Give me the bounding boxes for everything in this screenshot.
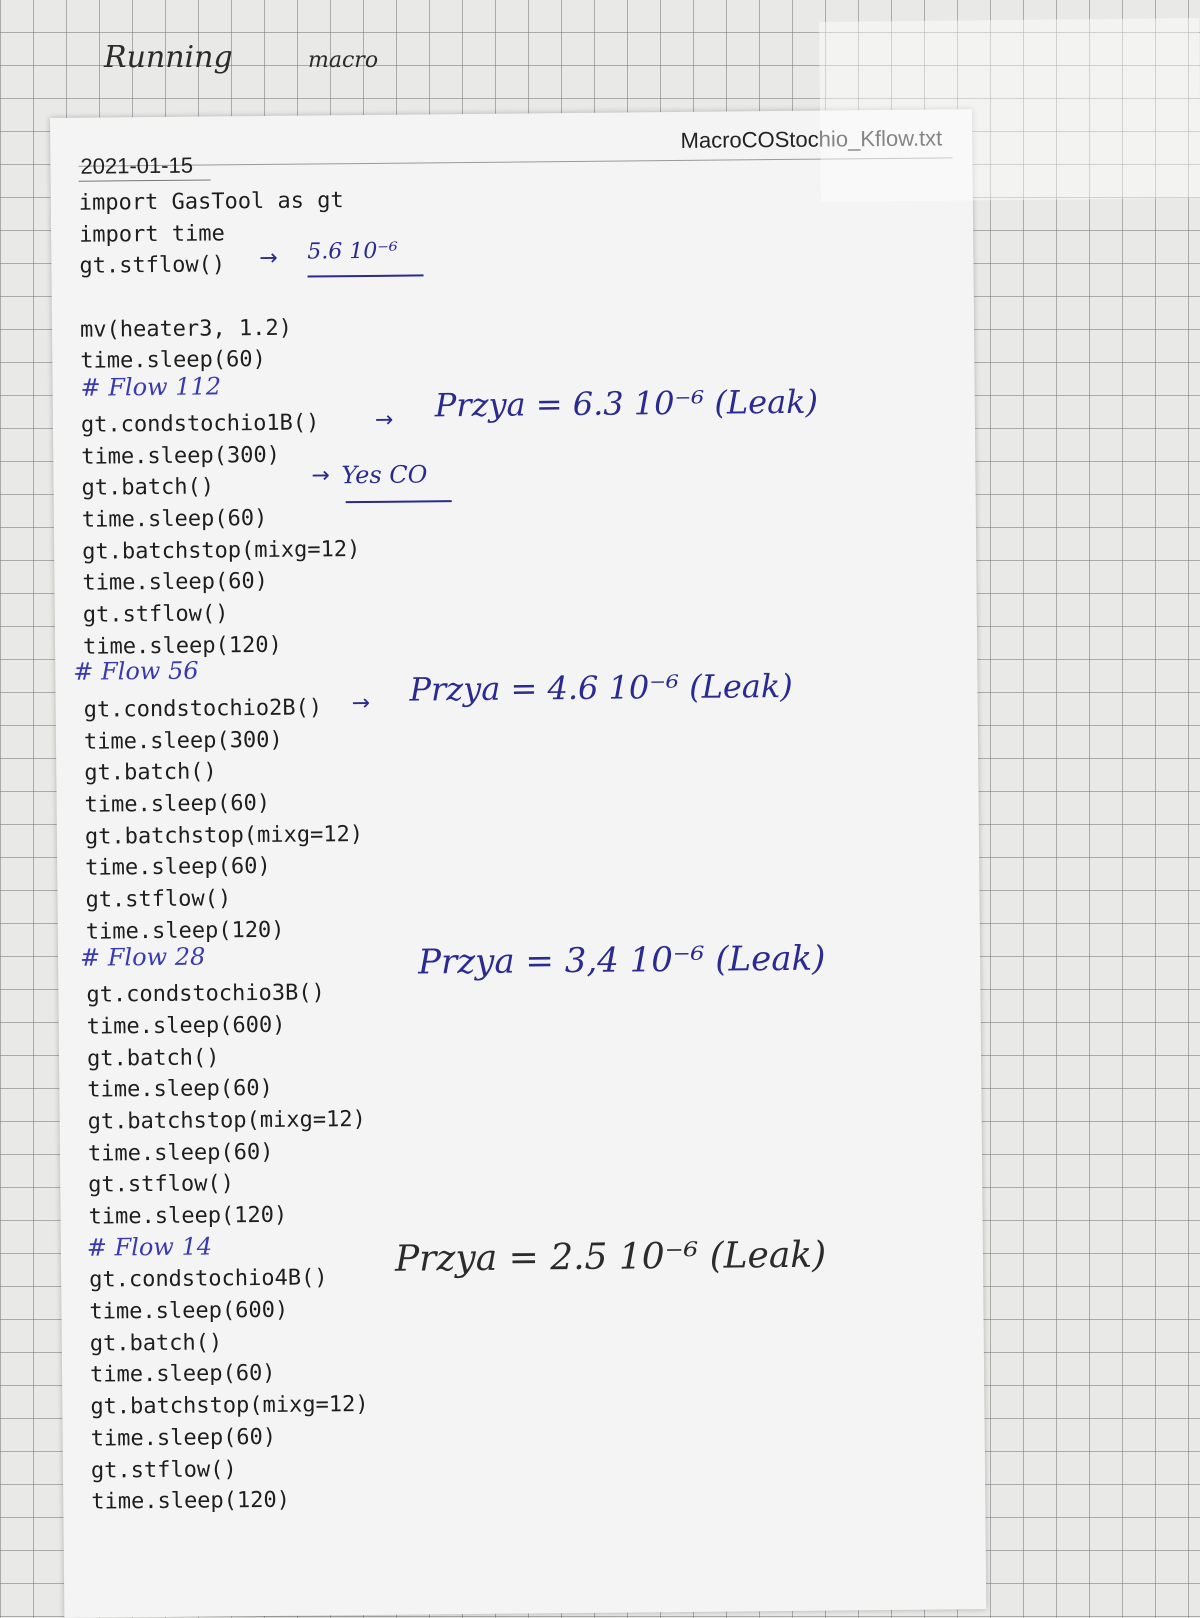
flow3-comment: # Flow 28 bbox=[79, 942, 206, 972]
code-line: time.sleep(60) bbox=[84, 790, 271, 818]
code-line: time.sleep(600) bbox=[86, 1012, 286, 1040]
stflow-value-note: 5.6 10⁻⁶ bbox=[307, 238, 398, 265]
code-line: time.sleep(120) bbox=[91, 1487, 291, 1515]
code-line: time.sleep(60) bbox=[82, 569, 269, 596]
batch-note-underline bbox=[345, 500, 452, 504]
code-line: gt.batch() bbox=[84, 759, 217, 787]
flow4-reading: Przya = 2.5 10⁻⁶ (Leak) bbox=[394, 1234, 827, 1280]
code-line: time.sleep(60) bbox=[89, 1361, 276, 1389]
header-rule bbox=[78, 157, 953, 167]
code-line: time.sleep(60) bbox=[87, 1139, 274, 1167]
code-line: time.sleep(60) bbox=[90, 1424, 277, 1452]
code-line: gt.batchstop(mixg=12) bbox=[84, 821, 364, 850]
code-line: gt.batchstop(mixg=12) bbox=[82, 536, 361, 565]
file-name: MacroCOStochio_Kflow.txt bbox=[680, 125, 943, 153]
printed-sheet: MacroCOStochio_Kflow.txt 2021-01-15 impo… bbox=[50, 109, 987, 1618]
flow1-comment: # Flow 112 bbox=[80, 372, 222, 402]
code-line: gt.stflow() bbox=[82, 601, 229, 628]
code-line: time.sleep(300) bbox=[83, 727, 283, 755]
flow2-reading: Przya = 4.6 10⁻⁶ (Leak) bbox=[409, 666, 793, 709]
code-line: time.sleep(60) bbox=[81, 505, 268, 533]
code-line: gt.condstochio2B() bbox=[83, 695, 323, 723]
flow1-reading: Przya = 6.3 10⁻⁶ (Leak) bbox=[434, 382, 819, 425]
code-line: import GasTool as gt bbox=[78, 188, 344, 216]
code-line: gt.batchstop(mixg=12) bbox=[87, 1106, 366, 1135]
code-line: time.sleep(120) bbox=[88, 1202, 288, 1230]
code-line: gt.batch() bbox=[89, 1330, 223, 1357]
arrow-icon: → bbox=[351, 690, 371, 717]
batch-note: Yes CO bbox=[341, 460, 428, 490]
code-line: time.sleep(60) bbox=[87, 1076, 273, 1103]
code-line: gt.condstochio3B() bbox=[86, 980, 325, 1008]
code-line: mv(heater3, 1.2) bbox=[79, 315, 293, 343]
code-line: gt.stflow() bbox=[90, 1456, 237, 1484]
top-note-running: Running bbox=[104, 40, 233, 75]
code-line: time.sleep(600) bbox=[89, 1297, 289, 1325]
code-line: gt.stflow() bbox=[85, 886, 232, 913]
stflow-underline bbox=[307, 274, 424, 278]
flow2-comment: # Flow 56 bbox=[73, 656, 199, 686]
flow3-reading: Przya = 3,4 10⁻⁶ (Leak) bbox=[417, 938, 826, 983]
arrow-icon: → bbox=[311, 463, 331, 489]
top-note-macro: macro bbox=[308, 48, 379, 73]
file-date: 2021-01-15 bbox=[80, 152, 194, 179]
code-line: gt.batch() bbox=[86, 1044, 220, 1072]
code-line: time.sleep(60) bbox=[85, 854, 271, 882]
code-line: gt.condstochio4B() bbox=[89, 1265, 328, 1294]
flow4-comment: # Flow 14 bbox=[86, 1232, 213, 1262]
date-rule bbox=[78, 179, 211, 182]
code-line: gt.condstochio1B() bbox=[80, 410, 320, 438]
arrow-icon: → bbox=[374, 407, 394, 433]
code-line: gt.batchstop(mixg=12) bbox=[90, 1392, 369, 1420]
arrow-icon: → bbox=[259, 245, 278, 271]
code-line: gt.stflow() bbox=[88, 1171, 235, 1198]
